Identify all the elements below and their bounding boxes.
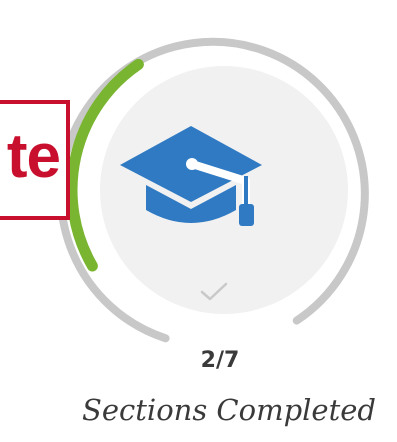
progress-caption: Sections Completed: [82, 393, 376, 427]
section-progress-widget: te 2/7 Sections Completed: [0, 0, 397, 442]
graduation-cap-icon: [120, 126, 262, 226]
progress-count: 2/7: [200, 348, 240, 373]
highlight-label-box: te: [0, 100, 70, 220]
checkmark-icon: [200, 282, 228, 301]
highlight-label-text: te: [6, 122, 61, 191]
